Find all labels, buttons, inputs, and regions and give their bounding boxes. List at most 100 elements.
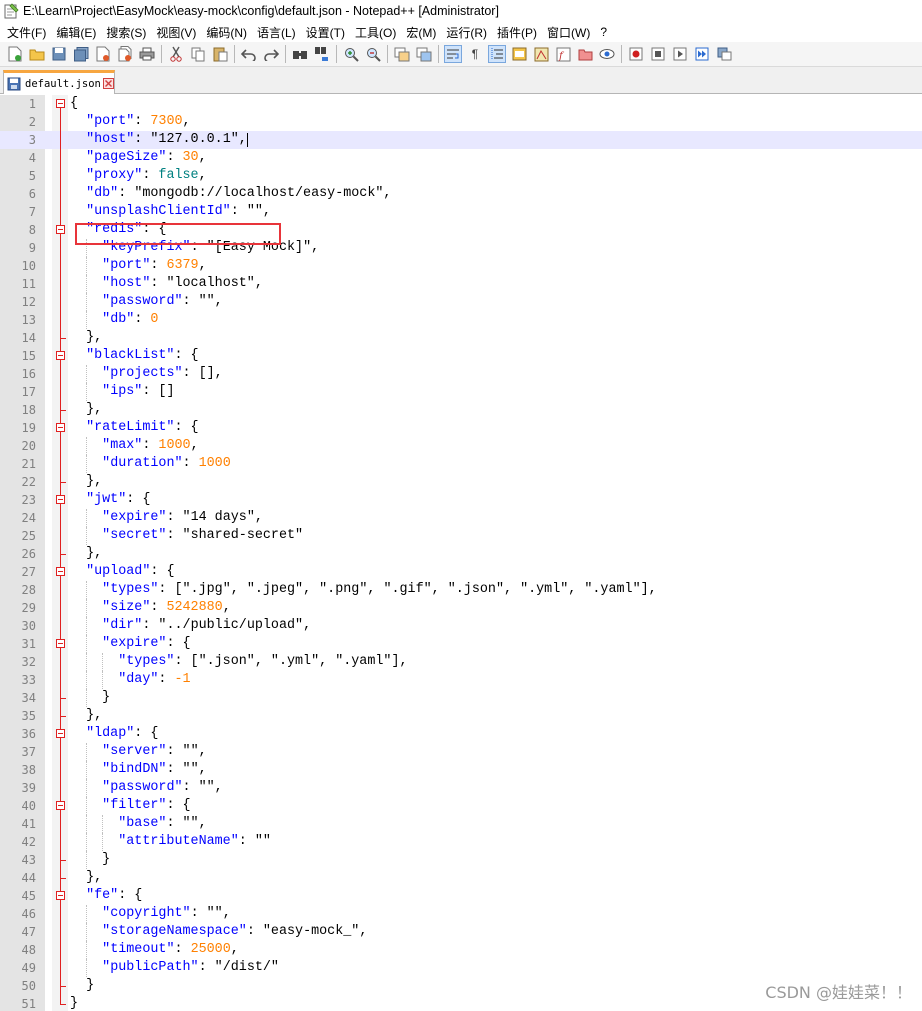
code-line[interactable]: 25 "secret": "shared-secret" xyxy=(0,527,922,545)
code-line[interactable]: 46 "copyright": "", xyxy=(0,905,922,923)
sync-horizontal-icon[interactable] xyxy=(415,45,433,63)
fold-toggle-icon[interactable] xyxy=(56,423,65,432)
fold-toggle-icon[interactable] xyxy=(56,225,65,234)
fold-marker[interactable] xyxy=(56,635,66,653)
play-macro-icon[interactable] xyxy=(671,45,689,63)
fold-toggle-icon[interactable] xyxy=(56,99,65,108)
fold-toggle-icon[interactable] xyxy=(56,891,65,900)
menu-window[interactable]: 窗口(W) xyxy=(542,24,595,41)
menu-language[interactable]: 语言(L) xyxy=(252,24,301,41)
new-file-icon[interactable] xyxy=(6,45,24,63)
code-line[interactable]: 17 "ips": [] xyxy=(0,383,922,401)
replace-icon[interactable] xyxy=(313,45,331,63)
code-line[interactable]: 33 "day": -1 xyxy=(0,671,922,689)
menu-view[interactable]: 视图(V) xyxy=(151,24,201,41)
save-all-icon[interactable] xyxy=(72,45,90,63)
code-line[interactable]: 1{ xyxy=(0,95,922,113)
code-line[interactable]: 16 "projects": [], xyxy=(0,365,922,383)
code-line[interactable]: 49 "publicPath": "/dist/" xyxy=(0,959,922,977)
code-line[interactable]: 29 "size": 5242880, xyxy=(0,599,922,617)
code-line[interactable]: 22 }, xyxy=(0,473,922,491)
code-line[interactable]: 32 "types": [".json", ".yml", ".yaml"], xyxy=(0,653,922,671)
sync-vertical-icon[interactable] xyxy=(393,45,411,63)
cut-icon[interactable] xyxy=(167,45,185,63)
code-line[interactable]: 24 "expire": "14 days", xyxy=(0,509,922,527)
menu-plugins[interactable]: 插件(P) xyxy=(492,24,542,41)
code-line[interactable]: 14 }, xyxy=(0,329,922,347)
code-line[interactable]: 40 "filter": { xyxy=(0,797,922,815)
code-line[interactable]: 7 "unsplashClientId": "", xyxy=(0,203,922,221)
fold-marker[interactable] xyxy=(56,887,66,905)
code-line[interactable]: 19 "rateLimit": { xyxy=(0,419,922,437)
code-line[interactable]: 31 "expire": { xyxy=(0,635,922,653)
menu-settings[interactable]: 设置(T) xyxy=(301,24,350,41)
code-line[interactable]: 35 }, xyxy=(0,707,922,725)
paste-icon[interactable] xyxy=(211,45,229,63)
code-line[interactable]: 6 "db": "mongodb://localhost/easy-mock", xyxy=(0,185,922,203)
code-line[interactable]: 10 "port": 6379, xyxy=(0,257,922,275)
fold-marker[interactable] xyxy=(56,419,66,437)
fold-toggle-icon[interactable] xyxy=(56,567,65,576)
menu-encoding[interactable]: 编码(N) xyxy=(201,24,252,41)
code-line[interactable]: 48 "timeout": 25000, xyxy=(0,941,922,959)
zoom-out-icon[interactable] xyxy=(364,45,382,63)
code-line[interactable]: 34 } xyxy=(0,689,922,707)
zoom-in-icon[interactable] xyxy=(342,45,360,63)
code-line[interactable]: 42 "attributeName": "" xyxy=(0,833,922,851)
fold-marker[interactable] xyxy=(56,563,66,581)
code-line[interactable]: 2 "port": 7300, xyxy=(0,113,922,131)
code-line[interactable]: 44 }, xyxy=(0,869,922,887)
code-line[interactable]: 3 "host": "127.0.0.1", xyxy=(0,131,922,149)
close-icon[interactable] xyxy=(94,45,112,63)
code-line[interactable]: 5 "proxy": false, xyxy=(0,167,922,185)
code-line[interactable]: 30 "dir": "../public/upload", xyxy=(0,617,922,635)
open-file-icon[interactable] xyxy=(28,45,46,63)
tab-close-icon[interactable] xyxy=(102,78,114,89)
menu-run[interactable]: 运行(R) xyxy=(441,24,492,41)
print-icon[interactable] xyxy=(138,45,156,63)
code-line[interactable]: 11 "host": "localhost", xyxy=(0,275,922,293)
menu-search[interactable]: 搜索(S) xyxy=(101,24,151,41)
doc-map-icon[interactable] xyxy=(532,45,550,63)
save-macro-icon[interactable] xyxy=(715,45,733,63)
code-line[interactable]: 18 }, xyxy=(0,401,922,419)
code-line[interactable]: 15 "blackList": { xyxy=(0,347,922,365)
fold-marker[interactable] xyxy=(56,95,66,113)
fold-toggle-icon[interactable] xyxy=(56,801,65,810)
code-line[interactable]: 45 "fe": { xyxy=(0,887,922,905)
menu-macro[interactable]: 宏(M) xyxy=(401,24,441,41)
undo-icon[interactable] xyxy=(240,45,258,63)
code-line[interactable]: 37 "server": "", xyxy=(0,743,922,761)
code-line[interactable]: 12 "password": "", xyxy=(0,293,922,311)
fold-toggle-icon[interactable] xyxy=(56,351,65,360)
show-all-chars-icon[interactable]: ¶ xyxy=(466,45,484,63)
code-line[interactable]: 4 "pageSize": 30, xyxy=(0,149,922,167)
menu-tools[interactable]: 工具(O) xyxy=(350,24,401,41)
code-line[interactable]: 39 "password": "", xyxy=(0,779,922,797)
word-wrap-icon[interactable] xyxy=(444,45,462,63)
fold-marker[interactable] xyxy=(56,491,66,509)
fold-marker[interactable] xyxy=(56,725,66,743)
fold-marker[interactable] xyxy=(56,221,66,239)
fold-toggle-icon[interactable] xyxy=(56,639,65,648)
fold-marker[interactable] xyxy=(56,347,66,365)
code-line[interactable]: 23 "jwt": { xyxy=(0,491,922,509)
code-line[interactable]: 47 "storageNamespace": "easy-mock_", xyxy=(0,923,922,941)
indent-guide-icon[interactable] xyxy=(488,45,506,63)
code-line[interactable]: 28 "types": [".jpg", ".jpeg", ".png", ".… xyxy=(0,581,922,599)
folder-workspace-icon[interactable] xyxy=(576,45,594,63)
fold-toggle-icon[interactable] xyxy=(56,495,65,504)
record-macro-icon[interactable] xyxy=(627,45,645,63)
code-line[interactable]: 20 "max": 1000, xyxy=(0,437,922,455)
code-line[interactable]: 13 "db": 0 xyxy=(0,311,922,329)
save-icon[interactable] xyxy=(50,45,68,63)
menu-help[interactable]: ? xyxy=(595,25,612,39)
copy-icon[interactable] xyxy=(189,45,207,63)
code-line[interactable]: 38 "bindDN": "", xyxy=(0,761,922,779)
code-line[interactable]: 27 "upload": { xyxy=(0,563,922,581)
find-icon[interactable] xyxy=(291,45,309,63)
tab-default-json[interactable]: default.json xyxy=(3,70,115,94)
udl-icon[interactable] xyxy=(510,45,528,63)
code-line[interactable]: 36 "ldap": { xyxy=(0,725,922,743)
menu-edit[interactable]: 编辑(E) xyxy=(51,24,101,41)
